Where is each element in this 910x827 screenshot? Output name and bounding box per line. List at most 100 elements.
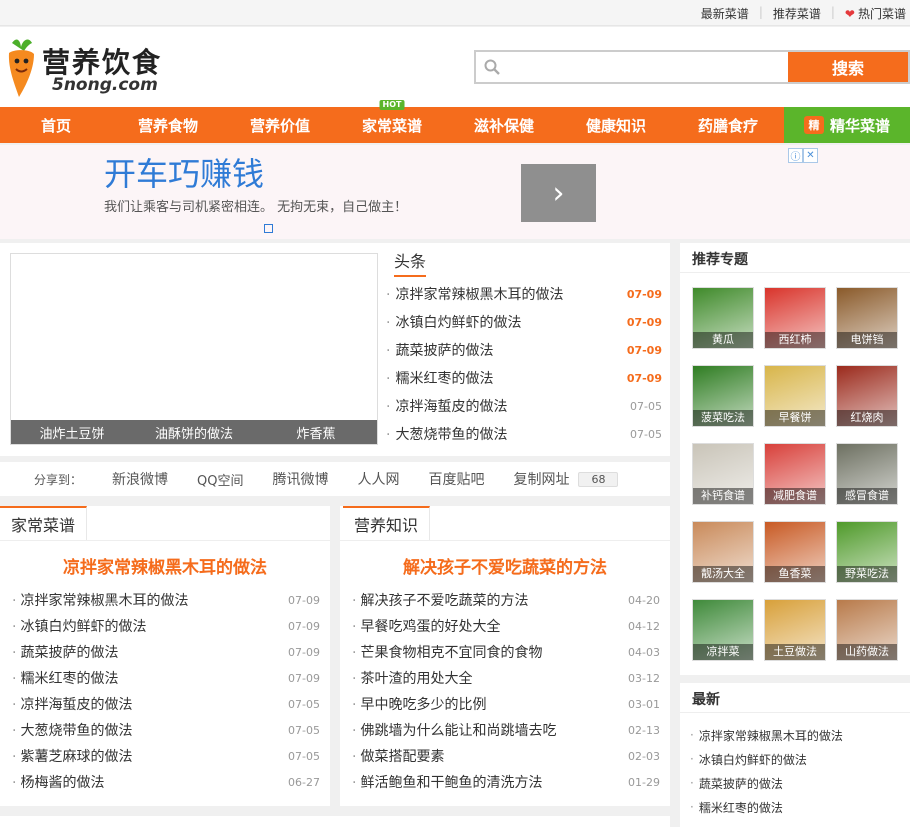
list-item[interactable]: 冰镇白灼鲜虾的做法 07-09 bbox=[12, 613, 320, 639]
item-title[interactable]: 鲜活鲍鱼和干鲍鱼的清洗方法 bbox=[352, 772, 542, 792]
site-logo[interactable]: 营养饮食 5nong.com bbox=[4, 35, 184, 99]
hot-recipes-link[interactable]: ❤ 热门菜谱 bbox=[845, 5, 906, 22]
item-title[interactable]: 芒果食物相克不宜同食的食物 bbox=[352, 642, 542, 662]
topic-tile[interactable]: 靓汤大全 bbox=[692, 521, 754, 583]
item-title[interactable]: 做菜搭配要素 bbox=[352, 746, 444, 766]
recommended-topics: 推荐专题 黄瓜 西红柿 电饼铛 菠菜吃法 早餐饼 红烧肉 补钙食谱 减肥食谱 感… bbox=[680, 243, 910, 675]
list-item[interactable]: 凉拌家常辣椒黑木耳的做法 07-09 bbox=[386, 280, 662, 308]
item-title[interactable]: 大葱烧带鱼的做法 bbox=[386, 424, 507, 444]
slider-caption[interactable]: 油炸土豆饼 bbox=[11, 420, 133, 444]
share-baidu-tieba[interactable]: 百度贴吧 bbox=[428, 469, 484, 489]
chevron-right-icon[interactable]: › bbox=[521, 164, 596, 222]
nav-item-nutrition-foods[interactable]: 营养食物 bbox=[112, 107, 224, 143]
share-qzone[interactable]: QQ空间 bbox=[197, 470, 243, 489]
nav-item-nutrition-value[interactable]: 营养价值 bbox=[224, 107, 336, 143]
item-title[interactable]: 凉拌海蜇皮的做法 bbox=[12, 694, 132, 714]
nav-item-featured-recipes[interactable]: 精 精华菜谱 bbox=[784, 107, 910, 143]
nav-item-home[interactable]: 首页 bbox=[0, 107, 112, 143]
item-title[interactable]: 解决孩子不爱吃蔬菜的方法 bbox=[352, 590, 528, 610]
list-item[interactable]: 早餐吃鸡蛋的好处大全 04-12 bbox=[352, 613, 660, 639]
topic-tile[interactable]: 野菜吃法 bbox=[836, 521, 898, 583]
item-title[interactable]: 紫薯芝麻球的做法 bbox=[12, 746, 132, 766]
item-title[interactable]: 糯米红枣的做法 bbox=[12, 668, 118, 688]
ad-marker bbox=[264, 224, 273, 233]
ad-banner[interactable]: 开车巧赚钱 我们让乘客与司机紧密相连。 无拘无束，自己做主！ › ⓘ ✕ bbox=[0, 145, 910, 239]
topic-tile[interactable]: 凉拌菜 bbox=[692, 599, 754, 661]
list-item[interactable]: 紫薯芝麻球的做法 07-05 bbox=[12, 743, 320, 769]
list-item[interactable]: 早中晚吃多少的比例 03-01 bbox=[352, 691, 660, 717]
latest-recipes-link[interactable]: 最新菜谱 bbox=[701, 5, 749, 22]
topic-tile[interactable]: 西红柿 bbox=[764, 287, 826, 349]
list-item[interactable]: 凉拌家常辣椒黑木耳的做法 07-09 bbox=[12, 587, 320, 613]
topic-tile[interactable]: 鱼香菜 bbox=[764, 521, 826, 583]
item-date: 07-05 bbox=[288, 723, 320, 737]
slider-caption[interactable]: 油酥饼的做法 bbox=[133, 420, 255, 444]
list-item[interactable]: 大葱烧带鱼的做法 07-05 bbox=[386, 420, 662, 448]
share-sina-weibo[interactable]: 新浪微博 bbox=[112, 469, 168, 489]
list-item[interactable]: 解决孩子不爱吃蔬菜的方法 04-20 bbox=[352, 587, 660, 613]
topic-tile[interactable]: 土豆做法 bbox=[764, 599, 826, 661]
topic-tile[interactable]: 补钙食谱 bbox=[692, 443, 754, 505]
item-title[interactable]: 冰镇白灼鲜虾的做法 bbox=[386, 312, 521, 332]
list-item[interactable]: 茶叶渣的用处大全 03-12 bbox=[352, 665, 660, 691]
nav-item-health-knowledge[interactable]: 健康知识 bbox=[560, 107, 672, 143]
list-item[interactable]: 蔬菜披萨的做法 07-09 bbox=[12, 639, 320, 665]
item-title[interactable]: 冰镇白灼鲜虾的做法 bbox=[12, 616, 146, 636]
item-title[interactable]: 早中晚吃多少的比例 bbox=[352, 694, 486, 714]
info-icon[interactable]: ⓘ bbox=[788, 148, 803, 163]
item-title[interactable]: 茶叶渣的用处大全 bbox=[352, 668, 472, 688]
list-item[interactable]: 佛跳墙为什么能让和尚跳墙去吃 02-13 bbox=[352, 717, 660, 743]
list-item[interactable]: 凉拌海蜇皮的做法 07-05 bbox=[12, 691, 320, 717]
nav-item-tonic-health[interactable]: 滋补保健 bbox=[448, 107, 560, 143]
nav-item-home-recipes[interactable]: 家常菜谱 HOT bbox=[336, 100, 448, 143]
image-slider[interactable]: 油炸土豆饼 油酥饼的做法 炸香蕉 bbox=[10, 253, 378, 445]
item-title[interactable]: 蔬菜披萨的做法 bbox=[12, 642, 118, 662]
tab-nutrition-knowledge[interactable]: 营养知识 bbox=[343, 506, 431, 540]
featured-article[interactable]: 凉拌家常辣椒黑木耳的做法 bbox=[0, 553, 330, 578]
list-item[interactable]: 鲜活鲍鱼和干鲍鱼的清洗方法 01-29 bbox=[352, 769, 660, 795]
item-title[interactable]: 凉拌家常辣椒黑木耳的做法 bbox=[386, 284, 563, 304]
search-input[interactable] bbox=[510, 56, 780, 78]
topic-tile[interactable]: 减肥食谱 bbox=[764, 443, 826, 505]
list-item[interactable]: 杨梅酱的做法 06-27 bbox=[12, 769, 320, 795]
topic-tile[interactable]: 菠菜吃法 bbox=[692, 365, 754, 427]
close-icon[interactable]: ✕ bbox=[803, 148, 818, 163]
share-tencent-weibo[interactable]: 腾讯微博 bbox=[272, 469, 328, 489]
topic-tile[interactable]: 早餐饼 bbox=[764, 365, 826, 427]
topic-tile[interactable]: 山药做法 bbox=[836, 599, 898, 661]
item-title[interactable]: 早餐吃鸡蛋的好处大全 bbox=[352, 616, 500, 636]
list-item[interactable]: 做菜搭配要素 02-03 bbox=[352, 743, 660, 769]
list-item[interactable]: 糯米红枣的做法 bbox=[690, 795, 905, 819]
list-item[interactable]: 糯米红枣的做法 07-09 bbox=[12, 665, 320, 691]
topic-tile[interactable]: 红烧肉 bbox=[836, 365, 898, 427]
tab-home-recipes[interactable]: 家常菜谱 bbox=[0, 506, 88, 540]
item-title[interactable]: 糯米红枣的做法 bbox=[386, 368, 493, 388]
topic-tile[interactable]: 电饼铛 bbox=[836, 287, 898, 349]
search-button[interactable]: 搜索 bbox=[788, 52, 908, 82]
nav-item-medicinal-diet[interactable]: 药膳食疗 bbox=[672, 107, 784, 143]
item-title[interactable]: 佛跳墙为什么能让和尚跳墙去吃 bbox=[352, 720, 556, 740]
share-copy-url[interactable]: 复制网址 bbox=[513, 469, 569, 489]
list-item[interactable]: 凉拌海蜇皮的做法 07-05 bbox=[386, 392, 662, 420]
list-item[interactable]: 冰镇白灼鲜虾的做法 bbox=[690, 747, 905, 771]
list-item[interactable]: 芒果食物相克不宜同食的食物 04-03 bbox=[352, 639, 660, 665]
item-title[interactable]: 大葱烧带鱼的做法 bbox=[12, 720, 132, 740]
list-item[interactable]: 凉拌家常辣椒黑木耳的做法 bbox=[690, 723, 905, 747]
list-item[interactable]: 蔬菜披萨的做法 07-09 bbox=[386, 336, 662, 364]
list-item[interactable]: 蔬菜披萨的做法 bbox=[690, 771, 905, 795]
nutrition-knowledge-section: 营养知识 解决孩子不爱吃蔬菜的方法 解决孩子不爱吃蔬菜的方法 04-20 早餐吃鸡… bbox=[340, 506, 670, 806]
share-renren[interactable]: 人人网 bbox=[357, 469, 399, 489]
list-item[interactable]: 冰镇白灼鲜虾的做法 07-09 bbox=[386, 308, 662, 336]
list-item[interactable]: 糯米红枣的做法 07-09 bbox=[386, 364, 662, 392]
topic-label: 靓汤大全 bbox=[693, 566, 753, 582]
list-item[interactable]: 大葱烧带鱼的做法 07-05 bbox=[12, 717, 320, 743]
topic-tile[interactable]: 感冒食谱 bbox=[836, 443, 898, 505]
recommended-recipes-link[interactable]: 推荐菜谱 bbox=[773, 5, 821, 22]
featured-article[interactable]: 解决孩子不爱吃蔬菜的方法 bbox=[340, 553, 670, 578]
item-title[interactable]: 凉拌海蜇皮的做法 bbox=[386, 396, 507, 416]
topic-tile[interactable]: 黄瓜 bbox=[692, 287, 754, 349]
item-title[interactable]: 杨梅酱的做法 bbox=[12, 772, 104, 792]
item-title[interactable]: 蔬菜披萨的做法 bbox=[386, 340, 493, 360]
item-title[interactable]: 凉拌家常辣椒黑木耳的做法 bbox=[12, 590, 188, 610]
slider-caption[interactable]: 炸香蕉 bbox=[255, 420, 377, 444]
